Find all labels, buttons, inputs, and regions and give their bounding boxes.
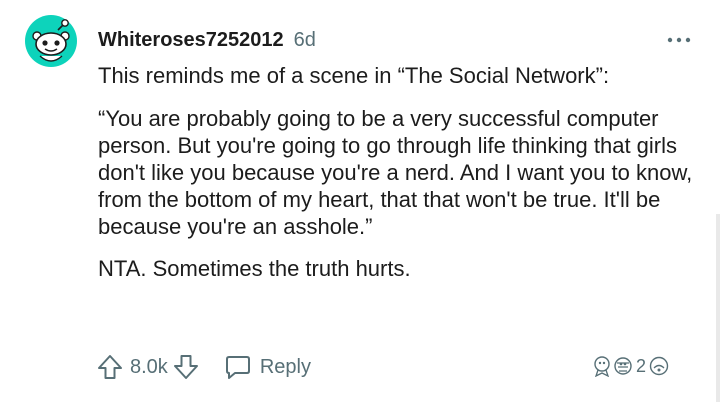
awards-group[interactable]: 2 xyxy=(592,352,670,380)
chat-bubble-icon xyxy=(225,356,250,379)
comment-age: 6d xyxy=(293,28,316,51)
award-icon-3 xyxy=(649,356,669,376)
username-link[interactable]: Whiteroses7252012 xyxy=(98,29,284,52)
scrollbar-track[interactable] xyxy=(716,214,720,402)
comment-paragraph-quote: “You are probably going to be a very suc… xyxy=(98,106,693,239)
comment-paragraph-verdict: NTA. Sometimes the truth hurts. xyxy=(98,256,411,281)
comment-header: Whiteroses7252012 6d xyxy=(98,26,316,54)
comment-body: This reminds me of a scene in “The Socia… xyxy=(98,62,698,298)
upvote-icon[interactable] xyxy=(96,353,124,381)
more-options-icon[interactable] xyxy=(664,30,694,50)
reply-button[interactable]: Reply xyxy=(224,353,311,381)
reply-label: Reply xyxy=(259,355,311,378)
vote-score: 8.0k xyxy=(130,355,168,378)
downvote-icon[interactable] xyxy=(172,353,200,381)
avatar-icon[interactable] xyxy=(24,14,78,68)
comment-paragraph-intro: This reminds me of a scene in “The Socia… xyxy=(98,63,610,88)
award-count: 2 xyxy=(636,355,647,376)
comment: Whiteroses7252012 6d This reminds me of … xyxy=(0,0,720,402)
comment-action-bar: 8.0k Reply xyxy=(96,348,311,386)
award-icon-1 xyxy=(594,356,610,377)
award-icon-2 xyxy=(614,357,632,375)
